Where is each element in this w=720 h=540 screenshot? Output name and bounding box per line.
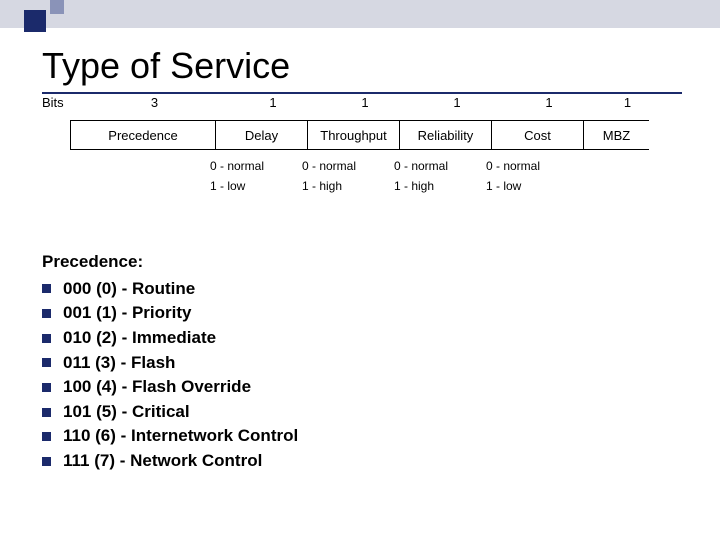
field-name: Precedence — [71, 121, 216, 149]
value-1: 1 - low — [210, 179, 302, 193]
field-values-row: 0 - normal 1 - low 0 - normal 1 - high 0… — [210, 155, 578, 193]
precedence-text: 000 (0) - Routine — [63, 277, 195, 302]
value-1: 1 - high — [394, 179, 486, 193]
bits-count: 1 — [411, 95, 503, 110]
field-values: 0 - normal 1 - high — [394, 155, 486, 193]
bits-count: 1 — [227, 95, 319, 110]
field-name-row: Precedence Delay Throughput Reliability … — [70, 120, 649, 150]
field-name: Cost — [492, 121, 584, 149]
bullet-icon — [42, 309, 51, 318]
list-item: 110 (6) - Internetwork Control — [42, 424, 298, 449]
precedence-text: 101 (5) - Critical — [63, 400, 190, 425]
list-item: 111 (7) - Network Control — [42, 449, 298, 474]
bullet-icon — [42, 457, 51, 466]
precedence-text: 110 (6) - Internetwork Control — [63, 424, 298, 449]
bits-count: 3 — [82, 95, 227, 110]
bullet-icon — [42, 284, 51, 293]
list-item: 101 (5) - Critical — [42, 400, 298, 425]
field-values: 0 - normal 1 - low — [210, 155, 302, 193]
bits-count: 1 — [319, 95, 411, 110]
slide-title: Type of Service — [42, 45, 290, 87]
precedence-header: Precedence: — [42, 250, 298, 275]
field-name: Reliability — [400, 121, 492, 149]
deco-square-small — [50, 0, 64, 14]
slide-top-bar — [0, 0, 720, 28]
field-name: MBZ — [584, 121, 649, 149]
list-item: 100 (4) - Flash Override — [42, 375, 298, 400]
title-underline — [42, 92, 682, 94]
value-0: 0 - normal — [302, 159, 394, 173]
value-0: 0 - normal — [210, 159, 302, 173]
list-item: 000 (0) - Routine — [42, 277, 298, 302]
precedence-text: 100 (4) - Flash Override — [63, 375, 251, 400]
value-0: 0 - normal — [486, 159, 578, 173]
field-values: 0 - normal 1 - low — [486, 155, 578, 193]
precedence-text: 011 (3) - Flash — [63, 351, 175, 376]
bullet-icon — [42, 432, 51, 441]
value-0: 0 - normal — [394, 159, 486, 173]
value-1: 1 - low — [486, 179, 578, 193]
bits-count: 1 — [503, 95, 595, 110]
deco-square-large — [24, 10, 46, 32]
bullet-icon — [42, 358, 51, 367]
list-item: 001 (1) - Priority — [42, 301, 298, 326]
value-1: 1 - high — [302, 179, 394, 193]
precedence-block: Precedence: 000 (0) - Routine 001 (1) - … — [42, 250, 298, 474]
bullet-icon — [42, 383, 51, 392]
bits-count: 1 — [595, 95, 660, 110]
bullet-icon — [42, 408, 51, 417]
field-name: Delay — [216, 121, 308, 149]
list-item: 010 (2) - Immediate — [42, 326, 298, 351]
list-item: 011 (3) - Flash — [42, 351, 298, 376]
bits-header-row: Bits 3 1 1 1 1 1 — [42, 95, 672, 110]
bits-label: Bits — [42, 95, 82, 110]
precedence-text: 001 (1) - Priority — [63, 301, 192, 326]
field-name: Throughput — [308, 121, 400, 149]
precedence-text: 010 (2) - Immediate — [63, 326, 216, 351]
field-values: 0 - normal 1 - high — [302, 155, 394, 193]
precedence-text: 111 (7) - Network Control — [63, 449, 262, 474]
bullet-icon — [42, 334, 51, 343]
